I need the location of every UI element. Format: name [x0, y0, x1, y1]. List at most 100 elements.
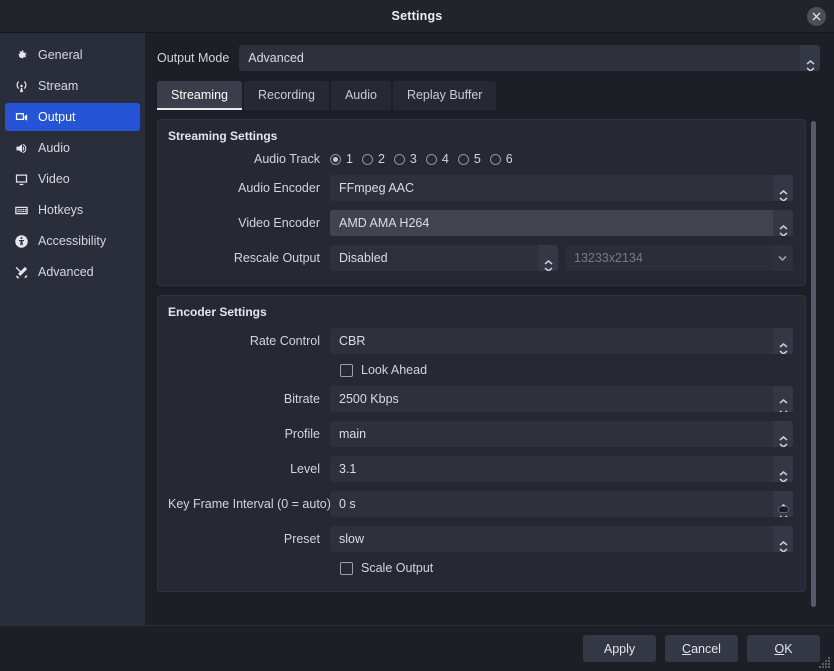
sidebar-item-label: Output — [38, 110, 76, 124]
preset-spinner[interactable] — [773, 526, 793, 552]
sidebar-item-video[interactable]: Video — [5, 165, 140, 193]
scale-output-checkbox[interactable]: Scale Output — [330, 561, 433, 575]
rate-control-select[interactable]: CBR — [330, 328, 793, 354]
sidebar-item-hotkeys[interactable]: Hotkeys — [5, 196, 140, 224]
chevron-up-icon — [543, 252, 553, 265]
bitrate-value: 2500 Kbps — [339, 392, 399, 406]
sidebar-item-accessibility[interactable]: Accessibility — [5, 227, 140, 255]
rescale-output-spinner[interactable] — [538, 245, 558, 271]
bitrate-spinbox[interactable]: 2500 Kbps — [330, 386, 793, 412]
profile-select[interactable]: main — [330, 421, 793, 447]
rescale-resolution-combo[interactable]: 13233x2134 — [565, 245, 793, 271]
tab-recording[interactable]: Recording — [243, 81, 329, 110]
output-mode-value: Advanced — [248, 51, 304, 65]
rate-control-spinner[interactable] — [773, 328, 793, 354]
output-mode-row: Output Mode Advanced — [157, 45, 820, 71]
preset-row: Preset slow — [168, 526, 793, 552]
radio-dot-icon — [457, 153, 469, 165]
cancel-rest: ancel — [691, 641, 721, 656]
output-mode-select[interactable]: Advanced — [239, 45, 820, 71]
audio-track-radio-4[interactable]: 4 — [425, 152, 449, 166]
window-body: General Stream Output Audio Video Hotkey… — [0, 33, 834, 625]
close-glyph — [812, 12, 821, 21]
checkbox-icon — [340, 363, 353, 377]
speaker-icon — [13, 140, 29, 156]
profile-row: Profile main — [168, 421, 793, 447]
bitrate-controls: 2500 Kbps — [330, 386, 793, 412]
resize-grip[interactable] — [819, 657, 831, 669]
level-select[interactable]: 3.1 — [330, 456, 793, 482]
apply-button[interactable]: Apply — [583, 635, 656, 662]
bitrate-spinner[interactable] — [773, 386, 793, 412]
rescale-output-select[interactable]: Disabled — [330, 245, 558, 271]
video-encoder-select[interactable]: AMD AMA H264 — [330, 210, 793, 236]
sidebar-item-audio[interactable]: Audio — [5, 134, 140, 162]
audio-encoder-label: Audio Encoder — [237, 181, 320, 195]
sidebar-item-advanced[interactable]: Advanced — [5, 258, 140, 286]
encoder-settings-group: Encoder Settings Rate Control CBR Look A… — [157, 295, 806, 592]
encoder-settings-title: Encoder Settings — [168, 305, 267, 319]
monitor-icon — [13, 171, 29, 187]
key-frame-interval-spinbox[interactable]: 0 s — [330, 491, 793, 517]
audio-track-radio-1[interactable]: 1 — [330, 152, 353, 166]
sidebar-item-label: Audio — [38, 141, 70, 155]
audio-encoder-spinner[interactable] — [773, 175, 793, 201]
radio-dot-icon — [330, 153, 341, 165]
broadcast-icon — [13, 78, 29, 94]
audio-track-radio-6[interactable]: 6 — [489, 152, 513, 166]
audio-encoder-select[interactable]: FFmpeg AAC — [330, 175, 793, 201]
vertical-scrollbar[interactable] — [809, 119, 818, 625]
sidebar-item-output[interactable]: Output — [5, 103, 140, 131]
audio-track-radio-2[interactable]: 2 — [361, 152, 385, 166]
video-encoder-spinner[interactable] — [773, 210, 793, 236]
radio-label: 6 — [505, 152, 513, 166]
profile-label: Profile — [284, 427, 320, 441]
chevron-up-icon[interactable] — [778, 496, 788, 509]
profile-spinner[interactable] — [773, 421, 793, 447]
sidebar-item-label: General — [38, 48, 83, 62]
chevron-down-icon[interactable] — [777, 506, 789, 517]
radio-label: 2 — [377, 152, 385, 166]
radio-dot-icon — [489, 153, 501, 165]
sidebar-item-label: Video — [38, 172, 70, 186]
cancel-mnemonic: C — [682, 641, 692, 656]
settings-content: Output Mode Advanced Streaming Recording… — [145, 33, 834, 625]
sidebar-item-stream[interactable]: Stream — [5, 72, 140, 100]
key-frame-interval-spinner[interactable] — [773, 491, 793, 517]
gear-icon — [13, 47, 29, 63]
tab-replay-buffer[interactable]: Replay Buffer — [392, 81, 497, 110]
look-ahead-checkbox[interactable]: Look Ahead — [330, 363, 427, 377]
output-mode-spinner[interactable] — [800, 45, 820, 71]
chevron-down-icon[interactable] — [771, 245, 793, 271]
chevron-up-icon[interactable] — [778, 391, 788, 404]
audio-track-radio-3[interactable]: 3 — [393, 152, 417, 166]
audio-track-radio-5[interactable]: 5 — [457, 152, 481, 166]
level-label: Level — [290, 462, 320, 476]
close-icon[interactable] — [807, 7, 826, 26]
checkbox-icon — [340, 561, 353, 575]
chevron-down-icon — [778, 540, 788, 552]
tab-audio[interactable]: Audio — [330, 81, 391, 110]
radio-label: 3 — [409, 152, 417, 166]
rate-control-row: Rate Control CBR — [168, 328, 793, 354]
radio-dot-icon — [425, 153, 437, 165]
ok-button[interactable]: OK — [747, 635, 820, 662]
chevron-down-icon — [778, 224, 788, 236]
sidebar-item-general[interactable]: General — [5, 41, 140, 69]
audio-track-radio-group: 1 2 3 4 5 6 — [330, 152, 513, 166]
preset-select[interactable]: slow — [330, 526, 793, 552]
key-frame-interval-row: Key Frame Interval (0 = auto) 0 s — [168, 491, 793, 517]
cancel-button[interactable]: Cancel — [665, 635, 738, 662]
level-spinner[interactable] — [773, 456, 793, 482]
scale-output-row: Scale Output — [168, 561, 793, 575]
sidebar-item-label: Advanced — [38, 265, 94, 279]
video-encoder-controls: AMD AMA H264 — [330, 210, 793, 236]
scrollbar-thumb[interactable] — [811, 121, 816, 607]
chevron-down-icon[interactable] — [778, 402, 788, 412]
ok-rest: K — [784, 641, 793, 656]
settings-sidebar: General Stream Output Audio Video Hotkey… — [0, 33, 145, 625]
video-encoder-label: Video Encoder — [238, 216, 320, 230]
tab-streaming[interactable]: Streaming — [157, 81, 242, 110]
settings-scroll-area: Streaming Settings Audio Track 1 2 3 4 5… — [157, 119, 820, 625]
rate-control-label: Rate Control — [249, 334, 320, 348]
